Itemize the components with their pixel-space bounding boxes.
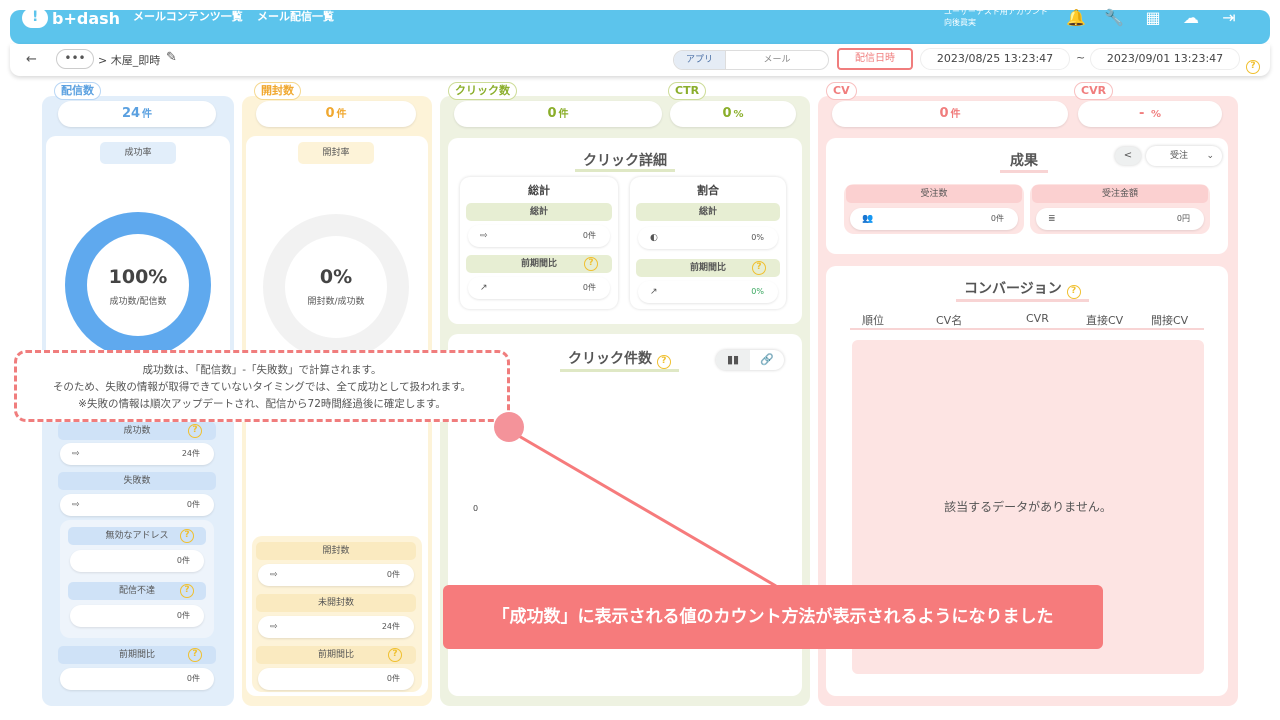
callout-banner: 「成功数」に表示される値のカウント方法が表示されるようになりました — [443, 585, 1103, 649]
callout-dot — [494, 412, 524, 442]
